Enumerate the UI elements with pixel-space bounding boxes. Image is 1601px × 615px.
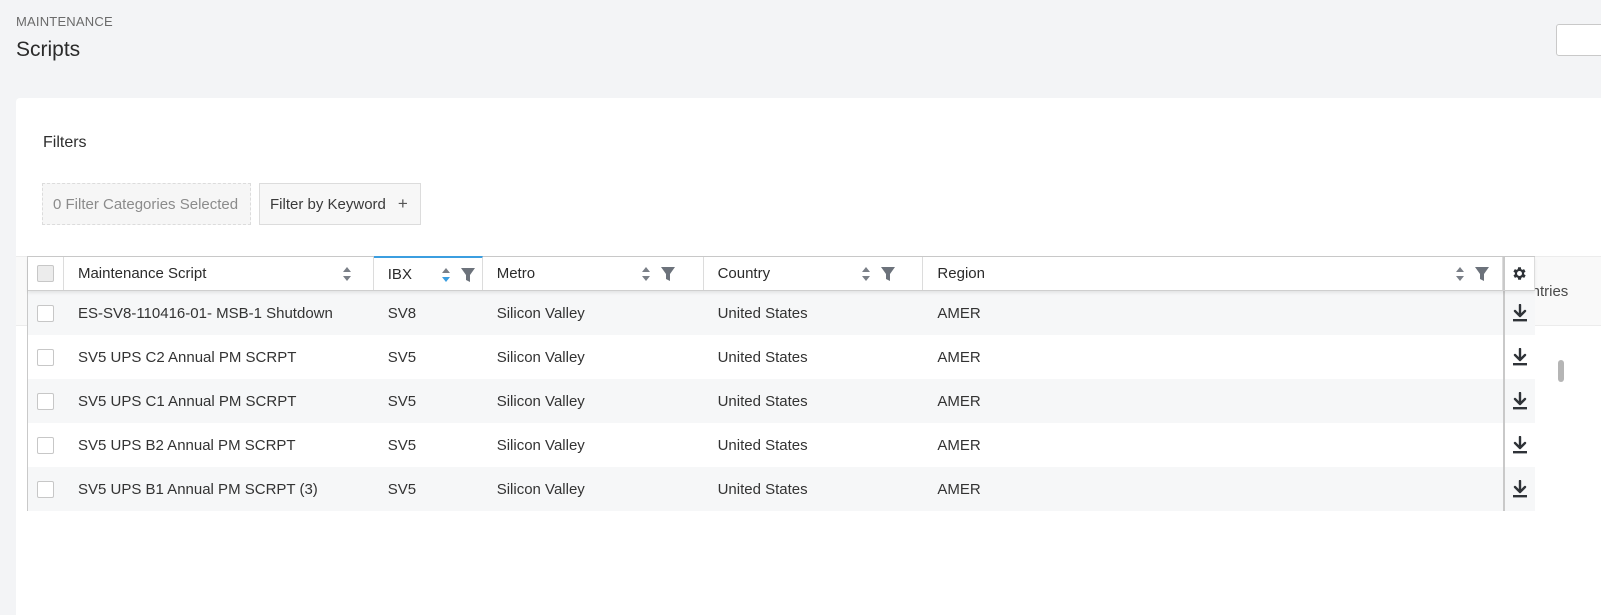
row-action-cell: [1503, 291, 1535, 335]
col-header-label: IBX: [387, 265, 412, 283]
cell-maintenance-script[interactable]: SV5 UPS C2 Annual PM SCRPT: [64, 335, 374, 379]
column-settings-cell: [1503, 257, 1536, 290]
col-header-label: Metro: [496, 265, 536, 282]
plus-icon: +: [397, 194, 408, 213]
select-all-cell: [28, 257, 64, 290]
col-header-metro[interactable]: Metro: [483, 257, 704, 290]
download-icon[interactable]: [1512, 480, 1528, 498]
cell-metro: Silicon Valley: [496, 480, 585, 498]
table-scrollbar[interactable]: [1558, 360, 1564, 382]
row-checkbox[interactable]: [37, 348, 55, 366]
row-action-cell: [1503, 467, 1535, 511]
filter-categories-button[interactable]: 0 Filter Categories Selected: [42, 183, 251, 225]
col-header-ibx[interactable]: IBX: [373, 256, 483, 290]
cell-region: AMER: [937, 436, 981, 454]
cell-region: AMER: [937, 480, 981, 498]
table-body: ES-SV8-110416-01- MSB-1 Shutdown SV8 Sil…: [28, 291, 1535, 511]
cell-metro: Silicon Valley: [496, 348, 585, 366]
cell-ibx: SV5: [387, 348, 417, 366]
row-action-cell: [1503, 379, 1535, 423]
cell-maintenance-script[interactable]: SV5 UPS C1 Annual PM SCRPT: [64, 379, 374, 423]
row-checkbox[interactable]: [37, 304, 55, 322]
row-checkbox[interactable]: [37, 480, 55, 498]
col-header-label: Region: [937, 265, 985, 282]
cell-country: United States: [717, 480, 808, 498]
col-header-country[interactable]: Country: [704, 257, 924, 290]
download-icon[interactable]: [1512, 392, 1528, 410]
table-header: Maintenance Script IBX Metro Country Reg…: [28, 256, 1536, 291]
cell-country: United States: [717, 304, 808, 322]
cell-ibx: SV5: [387, 392, 417, 410]
table-row[interactable]: ES-SV8-110416-01- MSB-1 Shutdown SV8 Sil…: [28, 291, 1535, 335]
select-all-checkbox[interactable]: [36, 265, 54, 282]
filter-categories-label: 0 Filter Categories Selected: [53, 195, 239, 213]
page-title: Scripts: [16, 38, 81, 61]
cell-region: AMER: [937, 392, 981, 410]
cell-region: AMER: [937, 348, 981, 366]
col-header-maintenance-script[interactable]: Maintenance Script: [64, 257, 374, 290]
download-icon[interactable]: [1512, 436, 1528, 454]
filter-funnel-icon[interactable]: [1474, 266, 1490, 282]
row-action-cell: [1503, 423, 1535, 467]
table-row[interactable]: SV5 UPS B1 Annual PM SCRPT (3) SV5 Silic…: [28, 467, 1535, 511]
filter-funnel-icon[interactable]: [660, 266, 676, 282]
sort-icon[interactable]: [342, 266, 352, 282]
cell-country: United States: [717, 392, 808, 410]
cell-ibx: SV5: [387, 436, 417, 454]
sort-icon[interactable]: [641, 266, 651, 282]
col-header-label: Maintenance Script: [77, 265, 207, 282]
sort-icon[interactable]: [861, 266, 871, 282]
cell-metro: Silicon Valley: [496, 304, 585, 322]
filter-by-keyword-button[interactable]: Filter by Keyword +: [259, 183, 421, 225]
cell-maintenance-script[interactable]: SV5 UPS B1 Annual PM SCRPT (3): [64, 467, 374, 511]
row-checkbox[interactable]: [37, 436, 55, 454]
filters-title: Filters: [43, 134, 87, 151]
breadcrumb: MAINTENANCE: [16, 14, 113, 29]
col-header-region[interactable]: Region: [923, 257, 1504, 290]
cell-country: United States: [717, 436, 808, 454]
row-checkbox[interactable]: [37, 392, 55, 410]
cell-metro: Silicon Valley: [496, 392, 585, 410]
cell-ibx: SV5: [387, 480, 417, 498]
cell-country: United States: [717, 348, 808, 366]
col-header-label: Country: [717, 265, 771, 282]
table-row[interactable]: SV5 UPS B2 Annual PM SCRPT SV5 Silicon V…: [28, 423, 1535, 467]
sort-icon[interactable]: [1455, 266, 1465, 282]
download-icon[interactable]: [1512, 304, 1528, 322]
download-icon[interactable]: [1512, 348, 1528, 366]
filter-funnel-icon[interactable]: [880, 266, 896, 282]
cell-region: AMER: [937, 304, 981, 322]
table-row[interactable]: SV5 UPS C2 Annual PM SCRPT SV5 Silicon V…: [28, 335, 1535, 379]
cell-maintenance-script[interactable]: SV5 UPS B2 Annual PM SCRPT: [64, 423, 374, 467]
cell-maintenance-script[interactable]: ES-SV8-110416-01- MSB-1 Shutdown: [64, 291, 374, 335]
top-right-button[interactable]: [1556, 24, 1601, 56]
filter-funnel-icon[interactable]: [460, 267, 476, 283]
filter-by-keyword-label: Filter by Keyword: [270, 195, 386, 213]
row-action-cell: [1503, 335, 1535, 379]
scripts-table: Maintenance Script IBX Metro Country Reg…: [27, 256, 1536, 511]
cell-metro: Silicon Valley: [496, 436, 585, 454]
sort-icon[interactable]: [441, 267, 451, 283]
gear-icon[interactable]: [1511, 265, 1528, 282]
cell-ibx: SV8: [387, 304, 417, 322]
table-row[interactable]: SV5 UPS C1 Annual PM SCRPT SV5 Silicon V…: [28, 379, 1535, 423]
